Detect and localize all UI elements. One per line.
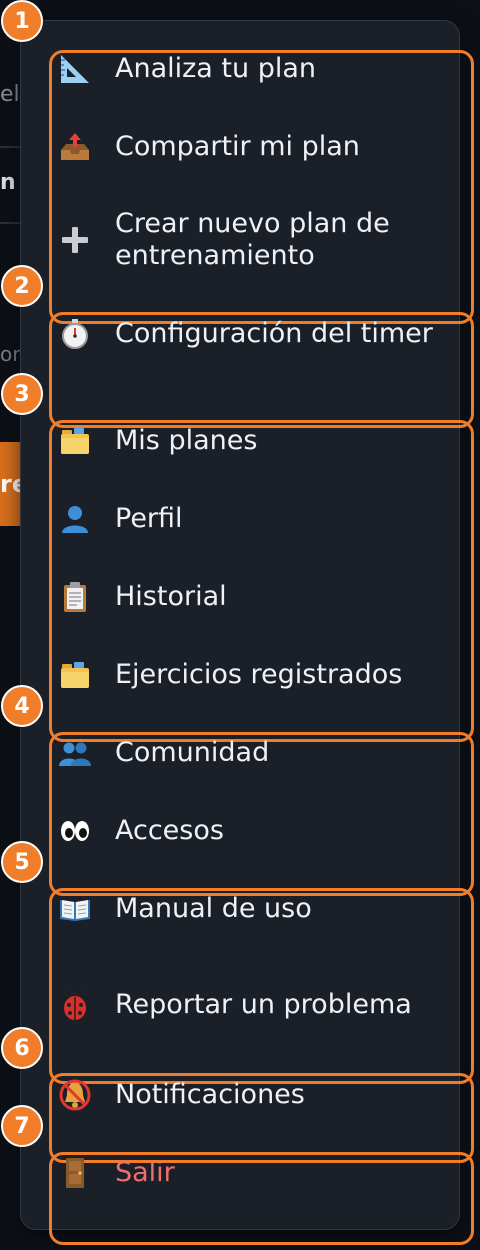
- background-divider: [0, 146, 22, 148]
- outbox-tray-icon: [55, 130, 95, 164]
- clipboard-icon: [55, 580, 95, 614]
- menu-item-label: Historial: [115, 581, 227, 612]
- section-number-badge: 6: [1, 1027, 43, 1069]
- triangle-ruler-icon: [55, 52, 95, 86]
- menu-item-label: Ejercicios registrados: [115, 659, 403, 690]
- menu-item-label: Notificaciones: [115, 1079, 305, 1110]
- menu-item-notificaciones[interactable]: Notificaciones: [55, 1078, 435, 1112]
- menu-item-label: Configuración del timer: [115, 318, 433, 349]
- background-text-fragment: n: [0, 170, 16, 195]
- section-number-badge: 4: [1, 685, 43, 727]
- background-text-fragment: el: [0, 82, 20, 107]
- background-orange-button: re: [0, 442, 20, 526]
- menu-item-perfil[interactable]: Perfil: [55, 502, 435, 536]
- menu-item-label: Comunidad: [115, 737, 270, 768]
- user-silhouette-icon: [55, 502, 95, 536]
- menu-item-reportar-problema[interactable]: Reportar un problema: [55, 988, 435, 1022]
- menu-item-accesos[interactable]: Accesos: [55, 814, 435, 848]
- menu-item-salir[interactable]: Salir: [55, 1156, 435, 1190]
- menu-item-compartir-plan[interactable]: Compartir mi plan: [55, 130, 435, 164]
- menu-item-label: Compartir mi plan: [115, 131, 360, 162]
- users-silhouette-icon: [55, 736, 95, 770]
- menu-item-label: Perfil: [115, 503, 183, 534]
- section-number-badge: 5: [1, 841, 43, 883]
- menu-item-historial[interactable]: Historial: [55, 580, 435, 614]
- menu-item-label: Analiza tu plan: [115, 53, 317, 84]
- background-text-fragment: or: [0, 342, 21, 366]
- card-index-dividers-icon: [55, 424, 95, 458]
- dropdown-menu: [20, 20, 474, 1245]
- menu-item-label: Accesos: [115, 815, 224, 846]
- eyes-icon: [55, 814, 95, 848]
- door-icon: [55, 1156, 95, 1190]
- menu-item-configuracion-timer[interactable]: Configuración del timer: [55, 317, 435, 351]
- card-index-dividers-icon: [55, 658, 95, 692]
- menu-item-manual-uso[interactable]: Manual de uso: [55, 892, 435, 926]
- menu-item-label: Manual de uso: [115, 893, 312, 924]
- menu-item-mis-planes[interactable]: Mis planes: [55, 424, 435, 458]
- background-divider: [0, 222, 22, 224]
- menu-item-label: Salir: [115, 1157, 175, 1188]
- menu-item-analiza-plan[interactable]: Analiza tu plan: [55, 52, 435, 86]
- stopwatch-icon: [55, 317, 95, 351]
- section-number-badge: 1: [1, 0, 43, 42]
- section-number-badge: 7: [1, 1105, 43, 1147]
- menu-item-comunidad[interactable]: Comunidad: [55, 736, 435, 770]
- open-book-icon: [55, 892, 95, 926]
- section-number-badge: 2: [1, 265, 43, 307]
- menu-item-ejercicios-registrados[interactable]: Ejercicios registrados: [55, 658, 435, 692]
- menu-section-1: [49, 50, 474, 324]
- plus-icon: [55, 223, 95, 257]
- section-number-badge: 3: [1, 373, 43, 415]
- bell-muted-icon: [55, 1078, 95, 1112]
- menu-item-crear-plan[interactable]: Crear nuevo plan de entrenamiento: [55, 208, 435, 272]
- menu-item-label: Mis planes: [115, 425, 258, 456]
- ladybug-icon: [55, 988, 95, 1022]
- menu-item-label: Reportar un problema: [115, 989, 412, 1020]
- menu-item-label: Crear nuevo plan de entrenamiento: [115, 208, 390, 271]
